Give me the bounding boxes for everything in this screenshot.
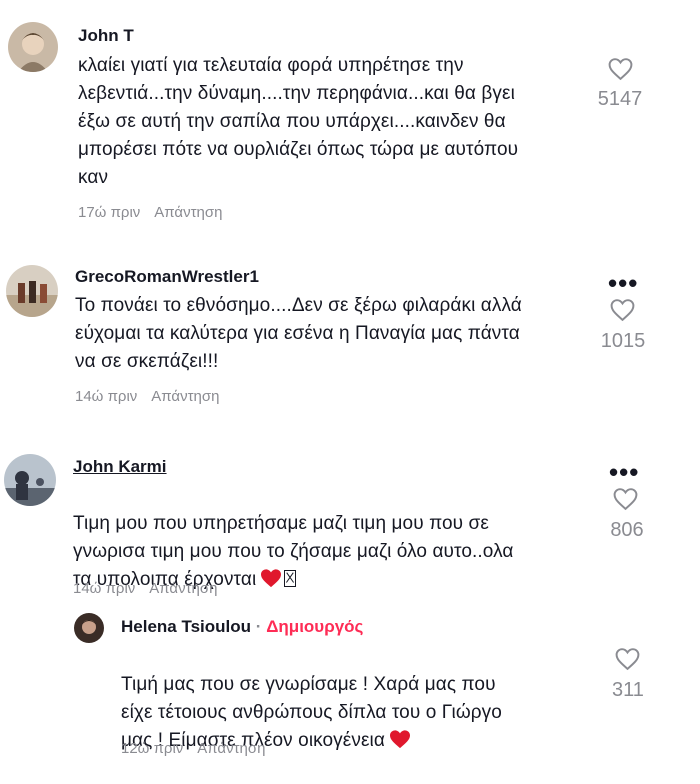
reply-comment: Helena Tsioulou · Δημιουργός Τιμή μας πο…: [0, 0, 700, 784]
reply-username[interactable]: Helena Tsioulou: [121, 617, 251, 636]
like-count: 311: [612, 679, 644, 701]
heart-outline-icon[interactable]: [614, 647, 641, 671]
reply-text: Τιμή μας που σε γνωρίσαμε ! Χαρά μας που…: [121, 643, 591, 755]
red-heart-emoji: [389, 730, 410, 749]
avatar-photo: [74, 613, 104, 643]
creator-badge: Δημιουργός: [266, 617, 364, 636]
separator-dot: ·: [255, 617, 262, 636]
avatar[interactable]: [74, 613, 104, 643]
reply-meta: 12ώ πριν Απάντηση: [121, 740, 265, 757]
reply-button[interactable]: Απάντηση: [197, 740, 265, 757]
reply-time: 12ώ πριν: [121, 740, 184, 757]
reply-header: Helena Tsioulou · Δημιουργός: [121, 617, 363, 637]
